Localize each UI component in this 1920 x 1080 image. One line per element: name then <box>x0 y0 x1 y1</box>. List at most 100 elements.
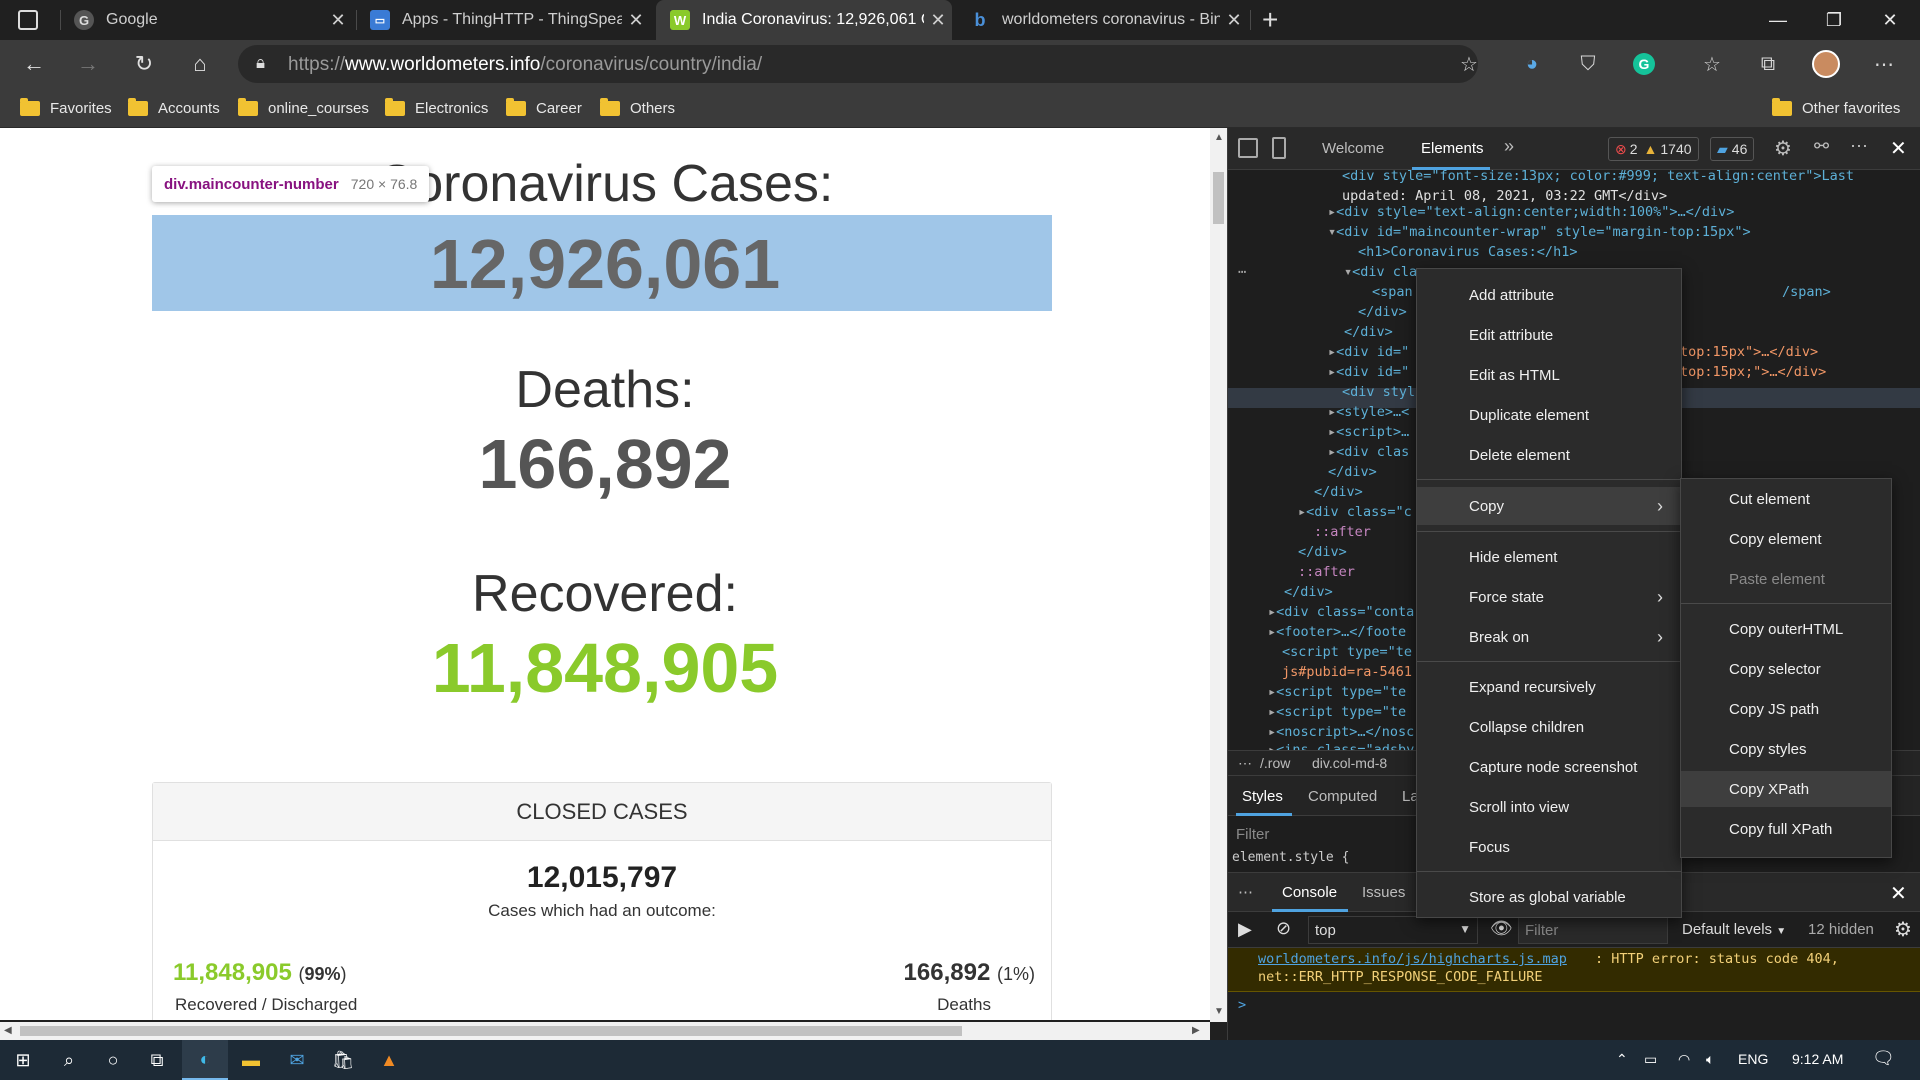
close-devtools-icon[interactable]: ✕ <box>1890 136 1907 161</box>
more-tabs-icon[interactable]: » <box>1504 136 1514 157</box>
cortana-icon[interactable]: ○ <box>90 1040 136 1080</box>
dom-line[interactable]: </div> <box>1328 462 1377 482</box>
expand-arrow-icon[interactable]: ▸ <box>1328 204 1336 220</box>
dom-line[interactable]: ▸<style>…< <box>1328 402 1409 422</box>
scroll-left-icon[interactable]: ◀ <box>4 1025 12 1036</box>
dom-line[interactable]: </div> <box>1314 482 1363 502</box>
tab-google[interactable]: G Google ✕ <box>60 0 352 40</box>
grammarly-icon[interactable]: G <box>1628 48 1660 80</box>
menu-edit-attribute[interactable]: Edit attribute <box>1417 317 1681 353</box>
avatar[interactable] <box>1810 48 1842 80</box>
forward-icon[interactable]: → <box>70 46 106 82</box>
console-filter-input[interactable]: Filter <box>1518 916 1668 944</box>
wifi-icon[interactable]: ◠ <box>1678 1051 1690 1068</box>
menu-edit-as-html[interactable]: Edit as HTML <box>1417 357 1681 393</box>
more-icon[interactable]: ⋯ <box>1868 48 1900 80</box>
edge-icon[interactable]: ◐ <box>182 1040 228 1080</box>
dom-line[interactable]: ▸<div id=" <box>1328 362 1409 382</box>
restore-icon[interactable]: ❐ <box>1806 0 1862 40</box>
expand-arrow-icon[interactable]: ▸ <box>1328 364 1336 380</box>
dom-line[interactable]: </div> <box>1298 542 1347 562</box>
menu-force-state[interactable]: Force state › <box>1417 579 1681 615</box>
close-window-icon[interactable]: ✕ <box>1862 0 1918 40</box>
dom-line[interactable]: ▸<div class="c <box>1298 502 1412 522</box>
expand-arrow-icon[interactable]: ▸ <box>1268 742 1276 750</box>
expand-arrow-icon[interactable]: ▸ <box>1268 624 1276 640</box>
minimize-icon[interactable]: — <box>1750 0 1806 40</box>
address-bar[interactable]: 🔒︎ https://www.worldometers.info/coronav… <box>238 45 1478 83</box>
dom-line[interactable]: ▸<div id=" <box>1328 342 1409 362</box>
dom-line[interactable]: ▸<script type="te <box>1268 682 1406 702</box>
favorite-folder[interactable]: online_courses <box>238 96 369 120</box>
menu-break-on[interactable]: Break on › <box>1417 619 1681 655</box>
expand-arrow-icon[interactable]: ▸ <box>1268 684 1276 700</box>
styles-filter-input[interactable]: Filter <box>1236 826 1269 843</box>
menu-add-attribute[interactable]: Add attribute <box>1417 277 1681 313</box>
context-select[interactable]: top ▼ <box>1308 916 1478 944</box>
tab-worldometers[interactable]: W India Coronavirus: 12,926,061 Ca ✕ <box>656 0 952 40</box>
dom-line[interactable]: ::after <box>1298 562 1355 582</box>
expand-arrow-icon[interactable]: ▸ <box>1328 404 1336 420</box>
dom-line[interactable]: ▸<footer>…</foote <box>1268 622 1406 642</box>
menu-expand-recursively[interactable]: Expand recursively <box>1417 669 1681 705</box>
expand-arrow-icon[interactable]: ▸ <box>1268 604 1276 620</box>
menu-copy-js-path[interactable]: Copy JS path <box>1681 691 1891 727</box>
menu-copy-styles[interactable]: Copy styles <box>1681 731 1891 767</box>
show-hidden-icons-icon[interactable]: ⌃ <box>1616 1051 1628 1068</box>
dom-line[interactable]: top:15px;">…</div> <box>1680 362 1826 382</box>
scroll-down-icon[interactable]: ▼ <box>1214 1006 1224 1017</box>
clear-console-icon[interactable]: ⊘ <box>1276 918 1291 939</box>
other-favorites[interactable]: Other favorites <box>1772 96 1900 120</box>
breadcrumb-more-icon[interactable]: ⋯ <box>1238 755 1252 772</box>
menu-delete-element[interactable]: Delete element <box>1417 437 1681 473</box>
notifications-icon[interactable]: 🗨︎ <box>1872 1048 1895 1069</box>
expand-arrow-icon[interactable]: ▸ <box>1328 344 1336 360</box>
dom-line[interactable]: <h1>Coronavirus Cases:</h1> <box>1358 242 1577 262</box>
refresh-icon[interactable]: ↻ <box>126 46 162 82</box>
horizontal-scrollbar[interactable]: ◀ ▶ <box>0 1022 1210 1040</box>
expand-arrow-icon[interactable]: ▸ <box>1298 504 1306 520</box>
back-icon[interactable]: ← <box>16 46 52 82</box>
console-settings-icon[interactable]: ⚙ <box>1894 917 1912 942</box>
dom-line[interactable]: /span> <box>1782 282 1831 302</box>
tab-console[interactable]: Console <box>1282 884 1337 901</box>
dom-line[interactable]: ▸<ins class="adsby <box>1268 740 1414 750</box>
devtools-more-icon[interactable]: ⋯ <box>1850 136 1868 157</box>
dom-line-more-icon[interactable]: ⋯ <box>1238 262 1246 282</box>
menu-focus[interactable]: Focus <box>1417 829 1681 865</box>
menu-copy-full-xpath[interactable]: Copy full XPath <box>1681 811 1891 847</box>
language-indicator[interactable]: ENG <box>1738 1051 1768 1067</box>
tab-styles[interactable]: Styles <box>1242 788 1283 805</box>
drawer-more-icon[interactable]: ⋯ <box>1238 883 1253 901</box>
messages-badge[interactable]: ▰ 46 <box>1710 137 1755 161</box>
store-icon[interactable]: 🛍︎ <box>320 1040 366 1080</box>
mail-icon[interactable]: ✉ <box>274 1040 320 1080</box>
home-icon[interactable]: ⌂ <box>182 46 218 82</box>
favorite-folder[interactable]: Favorites <box>20 96 112 120</box>
dom-line[interactable]: <script type="te <box>1282 642 1412 662</box>
close-tab-icon[interactable]: ✕ <box>1220 10 1248 31</box>
collapse-arrow-icon[interactable]: ▾ <box>1344 264 1352 280</box>
task-view-icon[interactable]: ⧉ <box>134 1040 180 1080</box>
breadcrumb-item[interactable]: div.col-md-8 <box>1312 755 1387 771</box>
collapse-arrow-icon[interactable]: ▾ <box>1328 224 1336 240</box>
favorite-folder[interactable]: Accounts <box>128 96 220 120</box>
device-toolbar-icon[interactable] <box>1272 137 1286 159</box>
tab-bing[interactable]: b worldometers coronavirus - Bing ✕ <box>956 0 1248 40</box>
scroll-up-icon[interactable]: ▲ <box>1214 132 1224 143</box>
connect-icon[interactable]: ⚯ <box>1814 136 1829 157</box>
lock-icon[interactable]: 🔒︎ <box>256 53 265 73</box>
tab-thingspeak[interactable]: ▭ Apps - ThingHTTP - ThingSpeak ✕ <box>356 0 650 40</box>
menu-hide-element[interactable]: Hide element <box>1417 539 1681 575</box>
extension-colorful-icon[interactable]: ◕ <box>1516 48 1548 80</box>
favorites-icon[interactable]: ☆ <box>1696 48 1728 80</box>
menu-duplicate-element[interactable]: Duplicate element <box>1417 397 1681 433</box>
breadcrumb-item[interactable]: /.row <box>1260 755 1290 771</box>
collections-icon[interactable]: ⧉ <box>1752 48 1784 80</box>
expand-arrow-icon[interactable]: ▸ <box>1328 444 1336 460</box>
dom-line[interactable]: ▸<div clas <box>1328 442 1409 462</box>
dom-line[interactable]: ▸<div class="conta <box>1268 602 1414 622</box>
menu-copy-element[interactable]: Copy element <box>1681 521 1891 557</box>
add-favorite-icon[interactable]: ☆ <box>1460 52 1478 77</box>
volume-icon[interactable]: 🔈︎ <box>1706 1051 1714 1068</box>
